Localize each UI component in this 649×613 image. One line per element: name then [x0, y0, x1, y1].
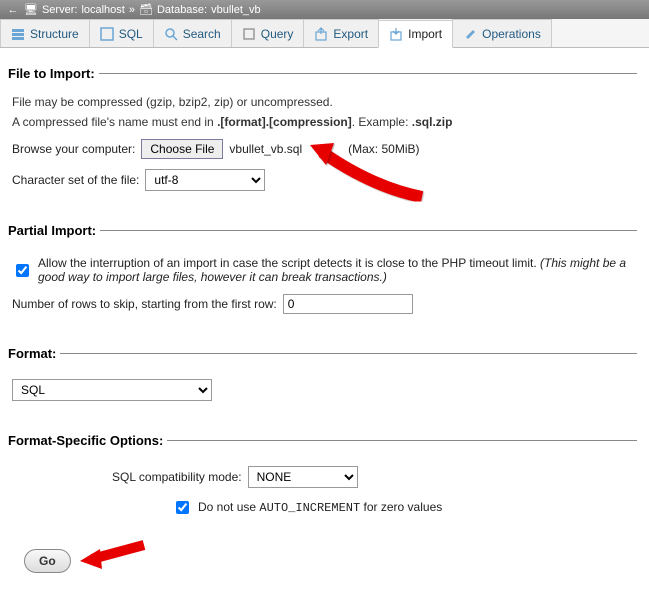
- file-import-section: File to Import: File may be compressed (…: [12, 66, 637, 205]
- format-options-legend: Format-Specific Options:: [8, 433, 167, 448]
- tab-operations[interactable]: Operations: [452, 19, 552, 47]
- query-icon: [242, 27, 256, 41]
- go-button[interactable]: Go: [24, 549, 71, 573]
- operations-icon: [463, 27, 477, 41]
- partial-import-section: Partial Import: Allow the interruption o…: [12, 223, 637, 328]
- import-icon: [389, 27, 403, 41]
- format-section: Format: SQL: [12, 346, 637, 415]
- tab-label: Export: [333, 27, 368, 41]
- database-icon: 🗃: [139, 3, 153, 16]
- search-icon: [164, 27, 178, 41]
- sql-icon: [100, 27, 114, 41]
- format-legend: Format:: [8, 346, 60, 361]
- browse-label: Browse your computer:: [12, 142, 135, 156]
- charset-label: Character set of the file:: [12, 173, 139, 187]
- interrupt-row: Allow the interruption of an import in c…: [12, 256, 637, 284]
- export-icon: [314, 27, 328, 41]
- skip-rows-row: Number of rows to skip, starting from th…: [12, 294, 637, 314]
- file-import-desc2: A compressed file's name must end in .[f…: [12, 115, 637, 129]
- breadcrumb: ← 🖥 Server: localhost » 🗃 Database: vbul…: [0, 0, 649, 19]
- back-arrow-icon[interactable]: ←: [6, 4, 20, 16]
- interrupt-label: Allow the interruption of an import in c…: [38, 256, 637, 284]
- tab-label: Structure: [30, 27, 79, 41]
- file-import-legend: File to Import:: [8, 66, 99, 81]
- browse-row: Browse your computer: Choose File vbulle…: [12, 139, 637, 159]
- skip-rows-label: Number of rows to skip, starting from th…: [12, 297, 277, 311]
- autoinc-label: Do not use AUTO_INCREMENT for zero value…: [198, 500, 442, 515]
- tab-import[interactable]: Import: [378, 20, 453, 48]
- server-value[interactable]: localhost: [81, 4, 124, 16]
- format-select[interactable]: SQL: [12, 379, 212, 401]
- database-label: Database:: [157, 4, 207, 16]
- compat-row: SQL compatibility mode: NONE: [12, 466, 637, 488]
- choose-file-button[interactable]: Choose File: [141, 139, 223, 159]
- server-label: Server:: [42, 4, 77, 16]
- server-icon: 🖥: [24, 3, 38, 16]
- compat-label: SQL compatibility mode:: [112, 470, 242, 484]
- tab-label: SQL: [119, 27, 143, 41]
- tab-structure[interactable]: Structure: [0, 19, 90, 47]
- autoinc-row: Do not use AUTO_INCREMENT for zero value…: [12, 498, 637, 517]
- charset-select[interactable]: utf-8: [145, 169, 265, 191]
- database-value[interactable]: vbullet_vb: [211, 4, 261, 16]
- chosen-filename: vbullet_vb.sql: [229, 142, 302, 156]
- tab-label: Search: [183, 27, 221, 41]
- partial-import-legend: Partial Import:: [8, 223, 100, 238]
- annotation-arrow-icon: [74, 537, 154, 577]
- tab-label: Operations: [482, 27, 541, 41]
- format-row: SQL: [12, 379, 637, 401]
- tab-query[interactable]: Query: [231, 19, 305, 47]
- submit-row: Go: [24, 549, 637, 573]
- interrupt-checkbox[interactable]: [16, 264, 29, 277]
- skip-rows-input[interactable]: [283, 294, 413, 314]
- tab-export[interactable]: Export: [303, 19, 379, 47]
- main-content: File to Import: File may be compressed (…: [0, 48, 649, 603]
- tab-label: Query: [261, 27, 294, 41]
- structure-icon: [11, 27, 25, 41]
- charset-row: Character set of the file: utf-8: [12, 169, 637, 191]
- tab-search[interactable]: Search: [153, 19, 232, 47]
- tab-sql[interactable]: SQL: [89, 19, 154, 47]
- compat-select[interactable]: NONE: [248, 466, 358, 488]
- file-import-desc1: File may be compressed (gzip, bzip2, zip…: [12, 95, 637, 109]
- tab-bar: Structure SQL Search Query Export Import: [0, 19, 649, 48]
- max-size-label: (Max: 50MiB): [348, 142, 419, 156]
- tab-label: Import: [408, 27, 442, 41]
- format-options-section: Format-Specific Options: SQL compatibili…: [12, 433, 637, 531]
- breadcrumb-separator: »: [129, 4, 135, 16]
- autoinc-checkbox[interactable]: [176, 501, 189, 514]
